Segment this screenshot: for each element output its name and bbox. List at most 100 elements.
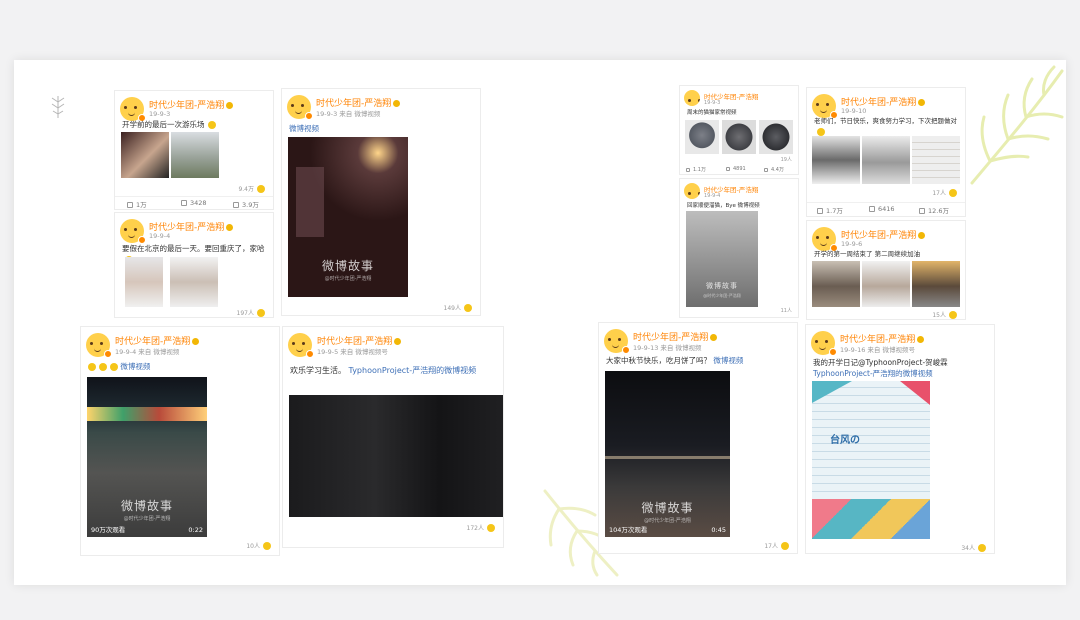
- weibo-post-card[interactable]: 时代少年团-严浩翔 19-9-3 周末的猫猫家常视频 19人 1.1万 4891…: [679, 85, 799, 175]
- avatar-icon[interactable]: [684, 90, 700, 106]
- cat-photo[interactable]: [722, 120, 756, 154]
- video-player[interactable]: 微博故事 @时代少年团-严浩翔: [288, 137, 408, 297]
- post-text: 开学前的最后一次游乐场: [122, 119, 267, 130]
- photo-thumbnail[interactable]: [171, 132, 219, 178]
- emoji-icon: [257, 185, 265, 193]
- verified-badge-icon: [104, 350, 112, 358]
- like-button[interactable]: 12.6万: [919, 205, 949, 215]
- like-button[interactable]: 3.9万: [233, 199, 259, 209]
- cover-title-text: 台风の: [830, 435, 860, 446]
- comment-icon: [726, 167, 730, 171]
- photo-thumbnail[interactable]: [170, 257, 218, 307]
- vip-badge-icon: [394, 338, 402, 345]
- repost-button[interactable]: 1万: [127, 199, 147, 209]
- video-link[interactable]: 微博视频: [713, 356, 743, 365]
- video-watermark: 微博故事: [120, 499, 173, 513]
- like-count-text: 19人: [780, 157, 792, 163]
- post-meta: 19-9-6: [841, 240, 863, 248]
- like-count-text: 15人: [932, 310, 957, 319]
- weibo-post-card[interactable]: 时代少年团-严浩翔 19-9-3 来自 微博视频 微博视频 微博故事 @时代少年…: [281, 88, 481, 316]
- photo-thumbnail[interactable]: [912, 261, 960, 307]
- repost-icon: [686, 168, 690, 172]
- video-watermark-sub: @时代少年团-严浩翔: [703, 293, 741, 298]
- like-icon: [233, 202, 239, 208]
- photo-thumbnail[interactable]: [812, 136, 860, 184]
- comment-button[interactable]: 3428: [181, 199, 207, 207]
- emoji-icon: [257, 309, 265, 317]
- weibo-post-card[interactable]: 时代少年团-严浩翔 19-9-10 老师们，节日快乐，爽食努力学习，下次把题做对…: [806, 87, 966, 217]
- post-meta: 19-9-10: [841, 107, 867, 115]
- repost-icon: [817, 208, 823, 214]
- emoji-icon: [88, 363, 96, 371]
- emoji-icon: [817, 128, 825, 136]
- video-cover[interactable]: 台风の: [812, 381, 930, 539]
- photo-thumbnail[interactable]: [125, 257, 163, 307]
- emoji-icon: [978, 544, 986, 552]
- video-player[interactable]: 微博故事 @时代少年团-严浩翔 104万次观看 0:45: [605, 371, 730, 537]
- post-text: 老师们，节日快乐，爽食努力学习，下次把题做对: [814, 116, 959, 138]
- post-header: 时代少年团-严浩翔 19-9-3 来自 微博视频: [287, 95, 475, 125]
- leaf-decoration-icon: [51, 96, 65, 118]
- emoji-icon: [263, 542, 271, 550]
- post-meta: 19-9-4: [704, 193, 721, 199]
- weibo-post-card[interactable]: 时代少年团-严浩翔 19-9-4 回家顺便溜猫，Bye 微博视频 微博故事 @时…: [679, 178, 799, 318]
- post-meta: 19-9-13 来自 微博视频: [633, 344, 702, 352]
- comment-icon: [181, 200, 187, 206]
- collage-board: 时代少年团-严浩翔 19-9-3 开学前的最后一次游乐场 9.4万 1万 342…: [14, 60, 1066, 585]
- verified-badge-icon: [829, 348, 837, 356]
- video-watermark-sub: @时代少年团-严浩翔: [324, 276, 372, 282]
- like-button[interactable]: 4.4万: [764, 166, 784, 173]
- vip-badge-icon: [918, 99, 926, 106]
- post-text: 我的开学日记@TyphoonProject-贺峻霖 TyphoonProject…: [813, 358, 948, 378]
- post-meta: 19-9-5 来自 微博视频号: [317, 348, 388, 356]
- video-player[interactable]: [289, 395, 503, 517]
- weibo-post-card[interactable]: 时代少年团-严浩翔 19-9-3 开学前的最后一次游乐场 9.4万 1万 342…: [114, 90, 274, 210]
- video-player[interactable]: 微博故事 @时代少年团-严浩翔: [686, 211, 758, 307]
- vip-badge-icon: [226, 102, 234, 109]
- weibo-post-card[interactable]: 时代少年团-严浩翔 19-9-13 来自 微博视频 大家中秋节快乐，吃月饼了吗？…: [598, 322, 798, 554]
- comment-button[interactable]: 6416: [869, 205, 895, 213]
- view-count-text: 90万次观看: [91, 526, 126, 534]
- weibo-post-card[interactable]: 时代少年团-严浩翔 19-9-4 来自 微博视频 微博视频 微博故事 @时代少年…: [80, 326, 280, 556]
- view-count-text: 104万次观看: [609, 526, 648, 534]
- weibo-post-card[interactable]: 时代少年团-严浩翔 19-9-6 开学的第一周结束了 第二周继续加油 15人: [806, 220, 966, 320]
- post-text: 微博视频: [88, 361, 273, 372]
- like-count-text: 172人: [467, 523, 495, 532]
- video-link[interactable]: TyphoonProject-严浩翔的微博视频: [813, 369, 933, 378]
- post-meta: 19-9-4 来自 微博视频: [115, 348, 180, 356]
- like-icon: [919, 208, 925, 214]
- repost-button[interactable]: 1.7万: [817, 205, 843, 215]
- video-watermark-sub: @时代少年团-严浩翔: [123, 516, 171, 522]
- avatar-icon[interactable]: [684, 183, 700, 199]
- verified-badge-icon: [622, 346, 630, 354]
- cat-photo[interactable]: [685, 120, 719, 154]
- verified-badge-icon: [305, 112, 313, 120]
- emoji-icon: [487, 524, 495, 532]
- photo-thumbnail[interactable]: [812, 261, 860, 307]
- video-link[interactable]: 微博视频: [289, 124, 319, 133]
- weibo-post-card[interactable]: 时代少年团-严浩翔 19-9-16 来自 微博视频号 我的开学日记@Typhoo…: [805, 324, 995, 554]
- video-link[interactable]: TyphoonProject-严浩翔的微博视频: [349, 366, 477, 375]
- vip-badge-icon: [192, 338, 200, 345]
- like-count-text: 197人: [237, 308, 265, 317]
- like-count-text: 17人: [932, 188, 957, 197]
- post-header: 时代少年团-严浩翔 19-9-5 来自 微博视频号: [288, 333, 498, 363]
- like-count-text: 17人: [764, 541, 789, 550]
- photo-thumbnail[interactable]: [862, 136, 910, 184]
- video-watermark: 微博故事: [641, 501, 694, 515]
- photo-thumbnail[interactable]: [862, 261, 910, 307]
- video-link[interactable]: 微博视频: [120, 362, 150, 371]
- photo-thumbnail[interactable]: [121, 132, 169, 178]
- cat-photo[interactable]: [759, 120, 793, 154]
- emoji-icon: [207, 121, 216, 129]
- comment-button[interactable]: 4891: [726, 166, 746, 172]
- verified-badge-icon: [306, 350, 314, 358]
- weibo-post-card[interactable]: 时代少年团-严浩翔 19-9-5 来自 微博视频号 欢乐学习生活。 Typhoo…: [282, 326, 504, 548]
- repost-button[interactable]: 1.1万: [686, 166, 706, 173]
- weibo-post-card[interactable]: 时代少年团-严浩翔 19-9-4 要假在北京的最后一天。要回重庆了，家哈 197…: [114, 212, 274, 318]
- vip-badge-icon: [393, 100, 401, 107]
- photo-thumbnail[interactable]: [912, 136, 960, 184]
- emoji-icon: [99, 363, 107, 371]
- post-text: 开学的第一周结束了 第二周继续加油: [814, 250, 921, 258]
- video-player[interactable]: 微博故事 @时代少年团-严浩翔 90万次观看 0:22: [87, 377, 207, 537]
